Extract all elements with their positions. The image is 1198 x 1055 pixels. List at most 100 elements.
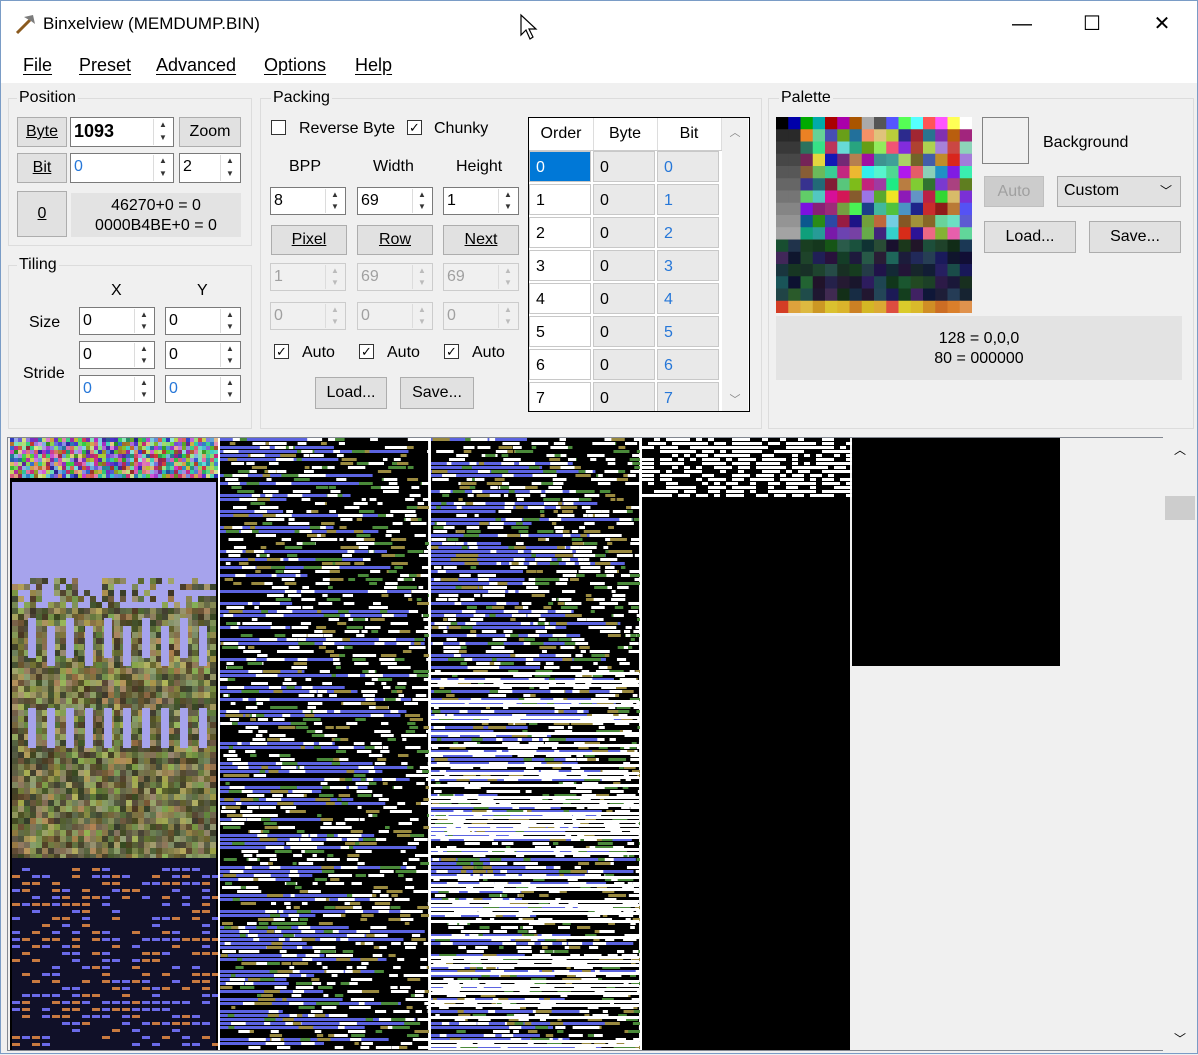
palette-swatch[interactable] — [923, 301, 936, 313]
palette-swatch[interactable] — [935, 166, 948, 179]
palette-swatch[interactable] — [813, 203, 826, 216]
palette-swatch[interactable] — [886, 289, 899, 302]
palette-swatch[interactable] — [788, 191, 801, 204]
palette-swatch[interactable] — [886, 301, 899, 313]
palette-swatch[interactable] — [837, 289, 850, 302]
palette-swatch[interactable] — [801, 289, 814, 302]
palette-swatch[interactable] — [960, 166, 972, 179]
palette-swatch[interactable] — [899, 178, 912, 191]
palette-swatch[interactable] — [923, 203, 936, 216]
menu-preset[interactable]: Preset — [79, 55, 131, 76]
palette-swatch[interactable] — [886, 203, 899, 216]
palette-swatch[interactable] — [788, 227, 801, 240]
palette-swatch[interactable] — [886, 166, 899, 179]
palette-swatch[interactable] — [850, 166, 863, 179]
palette-swatch[interactable] — [776, 129, 789, 142]
palette-swatch[interactable] — [837, 142, 850, 155]
bit-table-cell[interactable]: 0 — [593, 349, 655, 380]
palette-swatch[interactable] — [801, 129, 814, 142]
palette-swatch[interactable] — [948, 301, 961, 313]
byte-spinner[interactable]: 1093 ▲▼ — [70, 117, 174, 147]
palette-swatch[interactable] — [837, 227, 850, 240]
palette-swatch[interactable] — [874, 301, 887, 313]
palette-swatch[interactable] — [850, 191, 863, 204]
palette-swatch[interactable] — [899, 227, 912, 240]
palette-swatch[interactable] — [911, 142, 924, 155]
palette-swatch[interactable] — [862, 154, 875, 167]
palette-swatch[interactable] — [813, 129, 826, 142]
bit-table-cell[interactable]: 1 — [529, 184, 591, 215]
close-button[interactable]: ✕ — [1127, 1, 1197, 47]
palette-swatch[interactable] — [837, 264, 850, 277]
palette-swatch[interactable] — [874, 215, 887, 228]
bit-table-cell[interactable]: 0 — [657, 151, 719, 182]
palette-swatch[interactable] — [825, 301, 838, 313]
palette-swatch[interactable] — [825, 227, 838, 240]
palette-swatch[interactable] — [911, 240, 924, 253]
palette-swatch[interactable] — [960, 142, 972, 155]
palette-swatch[interactable] — [776, 252, 789, 265]
palette-swatch[interactable] — [960, 264, 972, 277]
palette-swatch[interactable] — [923, 117, 936, 130]
palette-swatch[interactable] — [911, 276, 924, 289]
palette-swatch[interactable] — [899, 203, 912, 216]
palette-swatch[interactable] — [874, 240, 887, 253]
palette-swatch[interactable] — [837, 117, 850, 130]
palette-swatch[interactable] — [837, 240, 850, 253]
palette-swatch[interactable] — [935, 178, 948, 191]
background-swatch[interactable] — [982, 117, 1029, 164]
palette-swatch[interactable] — [874, 203, 887, 216]
palette-swatch[interactable] — [776, 203, 789, 216]
palette-swatch[interactable] — [874, 178, 887, 191]
palette-swatch[interactable] — [948, 178, 961, 191]
bit-table-cell[interactable]: 0 — [593, 382, 655, 412]
palette-swatch[interactable] — [837, 178, 850, 191]
palette-swatch[interactable] — [825, 276, 838, 289]
palette-swatch[interactable] — [886, 117, 899, 130]
palette-swatch[interactable] — [837, 276, 850, 289]
palette-swatch[interactable] — [837, 215, 850, 228]
bit-table-cell[interactable]: 4 — [529, 283, 591, 314]
bit-table-cell[interactable]: 4 — [657, 283, 719, 314]
palette-swatch[interactable] — [911, 215, 924, 228]
palette-swatch[interactable] — [874, 276, 887, 289]
bit-table-cell[interactable]: 2 — [529, 217, 591, 248]
palette-swatch[interactable] — [948, 264, 961, 277]
palette-swatch[interactable] — [899, 117, 912, 130]
bit-table-cell[interactable]: 6 — [529, 349, 591, 380]
palette-swatch[interactable] — [886, 227, 899, 240]
palette-swatch[interactable] — [874, 117, 887, 130]
palette-swatch[interactable] — [862, 191, 875, 204]
palette-swatch[interactable] — [886, 178, 899, 191]
palette-swatch[interactable] — [862, 301, 875, 313]
palette-swatch[interactable] — [801, 240, 814, 253]
palette-swatch[interactable] — [948, 276, 961, 289]
palette-swatch[interactable] — [825, 240, 838, 253]
palette-swatch[interactable] — [960, 289, 972, 302]
scroll-down-icon[interactable]: ﹀ — [722, 391, 748, 407]
palette-swatch[interactable] — [850, 276, 863, 289]
palette-swatch[interactable] — [801, 142, 814, 155]
menu-options[interactable]: Options — [264, 55, 326, 76]
palette-swatch[interactable] — [788, 289, 801, 302]
palette-swatch[interactable] — [911, 301, 924, 313]
palette-swatch[interactable] — [813, 276, 826, 289]
palette-swatch[interactable] — [886, 215, 899, 228]
palette-swatch[interactable] — [813, 252, 826, 265]
palette-swatch[interactable] — [837, 252, 850, 265]
palette-swatch[interactable] — [776, 154, 789, 167]
palette-swatch[interactable] — [862, 289, 875, 302]
bit-table-cell[interactable]: 0 — [593, 283, 655, 314]
palette-swatch[interactable] — [837, 129, 850, 142]
palette-swatch[interactable] — [960, 215, 972, 228]
palette-swatch[interactable] — [899, 276, 912, 289]
palette-swatch[interactable] — [825, 203, 838, 216]
palette-swatch[interactable] — [886, 240, 899, 253]
palette-swatch[interactable] — [813, 142, 826, 155]
palette-swatch[interactable] — [788, 264, 801, 277]
tiling-stride1-x[interactable]: 0▲▼ — [79, 341, 155, 369]
palette-swatch[interactable] — [788, 215, 801, 228]
palette-swatch[interactable] — [801, 276, 814, 289]
palette-swatch[interactable] — [948, 240, 961, 253]
palette-swatch[interactable] — [935, 154, 948, 167]
